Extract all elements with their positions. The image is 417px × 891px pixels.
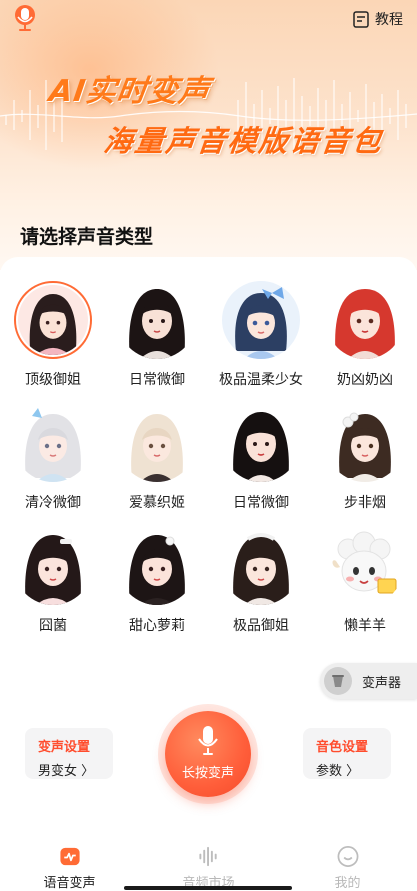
voice-type-grid: 顶级御姐 日常微御 极品温柔少女 奶凶奶凶 清冷微御 爱慕织姬 日常微御 步非烟… bbox=[0, 268, 417, 637]
timbre-setting-value: 参数 〉 bbox=[316, 764, 360, 779]
nav-label: 我的 bbox=[334, 876, 361, 891]
avatar bbox=[326, 281, 404, 359]
app-logo-mic-icon bbox=[15, 5, 35, 31]
hero-subtitle: 海量声音模版语音包 bbox=[102, 124, 385, 158]
tutorial-label: 教程 bbox=[375, 12, 403, 28]
nav-mine[interactable]: 我的 bbox=[278, 835, 417, 891]
voice-changer-float-button[interactable]: 变声器 bbox=[320, 663, 417, 699]
timbre-setting-card[interactable]: 音色设置 参数 〉 bbox=[303, 728, 391, 779]
tutorial-button[interactable]: 教程 bbox=[353, 8, 403, 30]
voice-item-gentle-girl[interactable]: 极品温柔少女 bbox=[209, 268, 313, 391]
timbre-setting-title: 音色设置 bbox=[316, 740, 369, 755]
voice-name: 日常微御 bbox=[129, 372, 185, 388]
document-icon bbox=[353, 10, 369, 28]
voice-item-cute-fierce[interactable]: 奶凶奶凶 bbox=[313, 268, 417, 391]
smiley-profile-icon bbox=[337, 846, 358, 867]
voice-name: 囧菌 bbox=[39, 618, 67, 634]
voice-item-daily-yu-2[interactable]: 日常微御 bbox=[209, 391, 313, 514]
hero-title: AI实时变声 bbox=[47, 74, 213, 109]
bottom-navigation: 语音变声 音频市场 我的 bbox=[0, 835, 417, 891]
voice-name: 步非烟 bbox=[344, 495, 386, 511]
avatar bbox=[222, 527, 300, 605]
avatar bbox=[326, 527, 404, 605]
voice-name: 爱慕织姬 bbox=[129, 495, 185, 511]
avatar bbox=[18, 285, 88, 355]
section-title: 请选择声音类型 bbox=[20, 226, 154, 248]
voice-item-admire-zhiji[interactable]: 爱慕织姬 bbox=[105, 391, 209, 514]
voice-item-top-yujie[interactable]: 顶级御姐 bbox=[1, 268, 105, 391]
avatar bbox=[326, 404, 404, 482]
voice-name: 极品温柔少女 bbox=[219, 372, 303, 388]
avatar bbox=[222, 281, 300, 359]
voice-item-top-yujie-2[interactable]: 极品御姐 bbox=[209, 514, 313, 637]
voice-change-icon bbox=[59, 847, 80, 866]
record-label: 长按变声 bbox=[181, 766, 234, 781]
avatar bbox=[222, 404, 300, 482]
hold-to-change-voice-button[interactable]: 长按变声 bbox=[165, 711, 251, 797]
microphone-icon bbox=[198, 726, 218, 755]
voice-item-cool-yu[interactable]: 清冷微御 bbox=[1, 391, 105, 514]
hero-banner: 教程 AI实时变声 海量声音模版语音包 请选择声音类型 bbox=[0, 0, 417, 270]
voice-name: 日常微御 bbox=[233, 495, 289, 511]
voice-item-sweet-loli[interactable]: 甜心萝莉 bbox=[105, 514, 209, 637]
home-indicator bbox=[124, 886, 292, 890]
voice-item-bu-feiyan[interactable]: 步非烟 bbox=[313, 391, 417, 514]
voice-setting-card[interactable]: 变声设置 男变女 〉 bbox=[25, 728, 113, 779]
avatar-selected-ring bbox=[14, 281, 92, 359]
avatar bbox=[118, 404, 196, 482]
voice-item-daily-yu[interactable]: 日常微御 bbox=[105, 268, 209, 391]
voice-name: 甜心萝莉 bbox=[129, 618, 185, 634]
avatar bbox=[14, 527, 92, 605]
audio-wave-icon bbox=[198, 846, 217, 867]
voice-setting-title: 变声设置 bbox=[38, 740, 91, 755]
voice-name: 奶凶奶凶 bbox=[337, 372, 393, 388]
nav-label: 语音变声 bbox=[43, 876, 96, 891]
nav-audio-market[interactable]: 音频市场 bbox=[139, 835, 278, 891]
avatar bbox=[14, 404, 92, 482]
avatar bbox=[118, 527, 196, 605]
changer-label: 变声器 bbox=[362, 675, 402, 691]
voice-name: 清冷微御 bbox=[25, 495, 81, 511]
changer-cup-icon bbox=[324, 667, 352, 695]
voice-name: 懒羊羊 bbox=[344, 618, 386, 634]
voice-name: 顶级御姐 bbox=[25, 372, 81, 388]
voice-item-lazy-sheep[interactable]: 懒羊羊 bbox=[313, 514, 417, 637]
voice-setting-value: 男变女 〉 bbox=[38, 764, 95, 779]
voice-item-jiongjun[interactable]: 囧菌 bbox=[1, 514, 105, 637]
voice-name: 极品御姐 bbox=[233, 618, 289, 634]
nav-voice-change[interactable]: 语音变声 bbox=[0, 835, 139, 891]
avatar bbox=[118, 281, 196, 359]
